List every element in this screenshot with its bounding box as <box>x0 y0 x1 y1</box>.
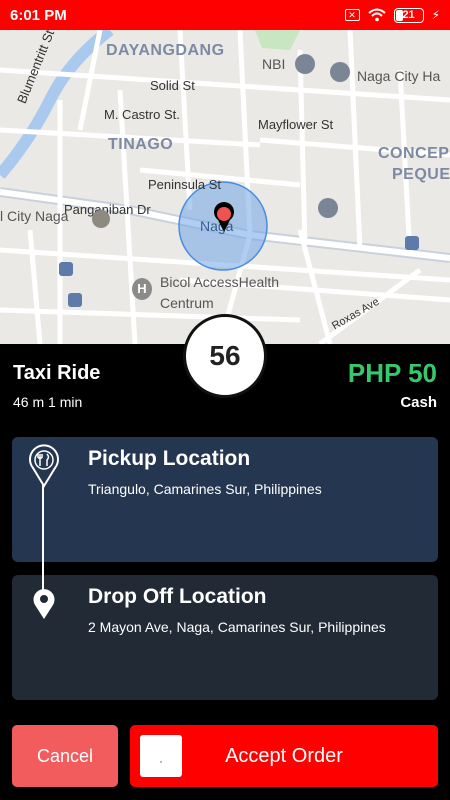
map-label-solid: Solid St <box>150 78 195 93</box>
map-poi-shopping-icon <box>318 198 338 218</box>
map-poi-school-icon <box>92 210 110 228</box>
accept-order-label: Accept Order <box>225 744 343 767</box>
status-time: 6:01 PM <box>10 6 67 24</box>
map-label-peninsula: Peninsula St <box>148 177 221 192</box>
status-bar: 6:01 PM ✕ 21 ⚡ <box>0 0 450 30</box>
wifi-icon <box>367 8 386 22</box>
accept-slider-handle[interactable] <box>140 735 182 777</box>
countdown-value: 56 <box>209 340 241 371</box>
dropoff-location-card: Drop Off Location 2 Mayon Ave, Naga, Cam… <box>12 575 438 700</box>
countdown-timer: 56 <box>183 314 267 398</box>
pickup-location-card: Pickup Location Triangulo, Camarines Sur… <box>12 437 438 562</box>
payment-method: Cash <box>400 394 437 411</box>
map-label-city-naga: l City Naga <box>0 208 69 224</box>
map-bus-stop-icon <box>68 293 82 307</box>
map-label-nbi: NBI <box>262 56 286 72</box>
map-label-naga-city-hall: Naga City Ha <box>357 68 441 84</box>
no-sim-icon: ✕ <box>344 9 360 21</box>
dropoff-label: Drop Off Location <box>88 585 267 608</box>
ride-type-title: Taxi Ride <box>13 362 101 384</box>
status-icons: ✕ 21 ⚡ <box>344 7 440 23</box>
map-label-tinago: TINAGO <box>108 136 174 153</box>
map-label-concepcion: CONCEPC <box>378 145 450 162</box>
charging-icon: ⚡ <box>431 8 440 22</box>
dropoff-address: 2 Mayon Ave, Naga, Camarines Sur, Philip… <box>88 619 386 635</box>
ride-price: PHP 50 <box>347 358 437 388</box>
map-label-dayangdang: DAYANGDANG <box>106 42 225 59</box>
battery-icon: 21 <box>393 7 424 23</box>
map-label-centrum: Centrum <box>160 295 214 311</box>
map-label-m-castro: M. Castro St. <box>104 107 180 122</box>
map-label-bicol-access: Bicol AccessHealth <box>160 274 280 290</box>
accept-order-button[interactable]: Accept Order <box>130 725 438 787</box>
ride-distance-duration: 46 m 1 min <box>13 394 83 410</box>
map-view[interactable]: DAYANGDANG NBI Naga City Ha Blumentritt … <box>0 30 450 344</box>
map-poi-nbi-icon <box>295 54 315 74</box>
map-bus-stop-icon <box>405 236 419 250</box>
map-bus-stop-icon <box>59 262 73 276</box>
map-label-pequena: PEQUEÑ <box>392 166 450 183</box>
restaurant-pin-icon <box>29 444 59 488</box>
pickup-label: Pickup Location <box>88 447 251 470</box>
battery-level: 21 <box>402 9 415 21</box>
pickup-address: Triangulo, Camarines Sur, Philippines <box>88 481 322 497</box>
cancel-button[interactable]: Cancel <box>12 725 118 787</box>
route-connector-line <box>42 484 44 598</box>
map-label-mayflower: Mayflower St <box>258 117 334 132</box>
location-pin-icon <box>214 202 234 232</box>
dropoff-pin-icon <box>33 589 55 619</box>
map-poi-cityhall-icon <box>330 62 350 82</box>
map-poi-hospital-icon: H <box>132 278 152 300</box>
